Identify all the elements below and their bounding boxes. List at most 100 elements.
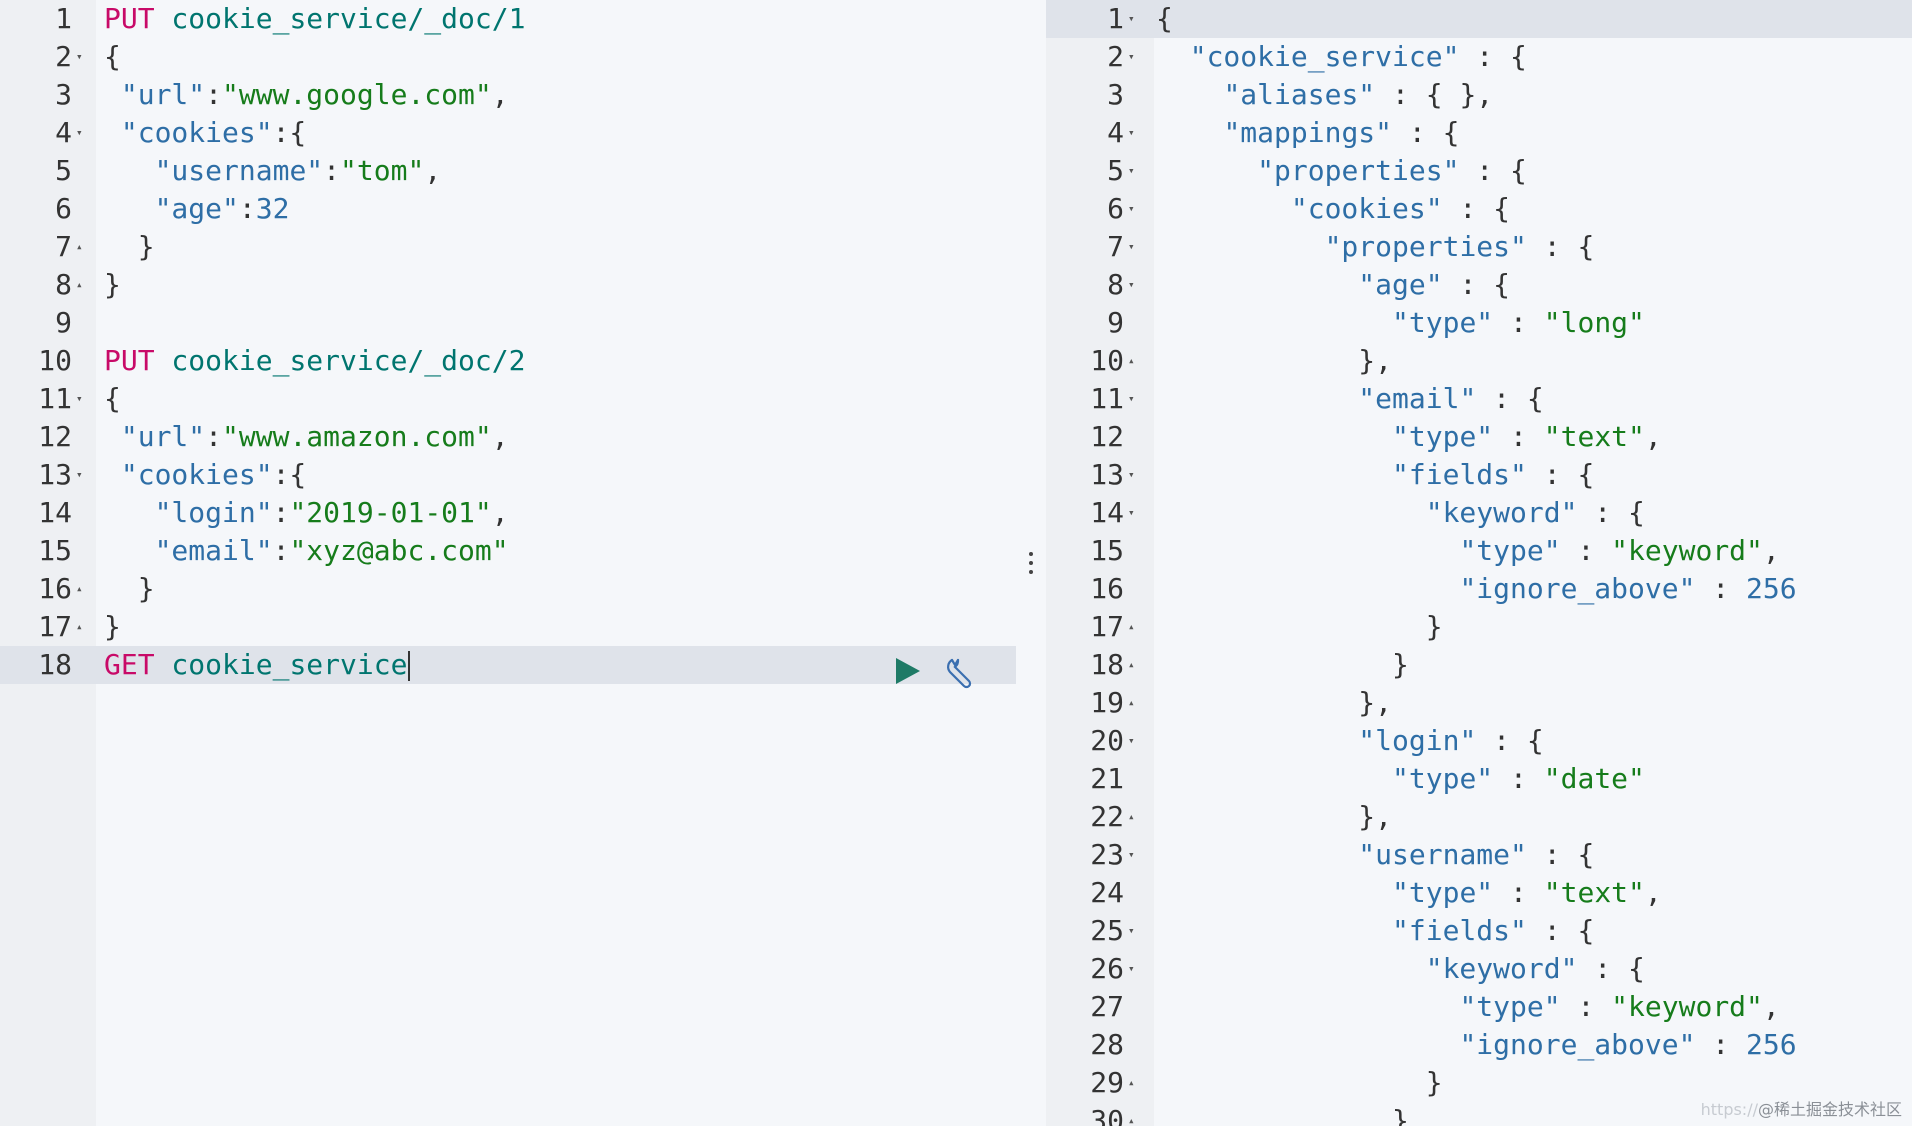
fold-arrow-up-icon[interactable]: ▴ (1128, 342, 1135, 380)
fold-arrow-down-icon[interactable]: ▾ (1128, 190, 1135, 228)
code-text: "email" : { (1156, 380, 1544, 418)
code-token: "email" (1358, 382, 1477, 415)
code-line[interactable]: 15 "email":"xyz@abc.com" (0, 532, 1016, 570)
fold-arrow-down-icon[interactable]: ▾ (1128, 114, 1135, 152)
code-token: { (1611, 952, 1645, 985)
code-text: "ignore_above" : 256 (1156, 1026, 1797, 1064)
code-token: , (1644, 420, 1662, 453)
line-number: 20 (1090, 724, 1124, 757)
fold-arrow-up-icon[interactable]: ▴ (1128, 1102, 1135, 1126)
code-token: "type" (1392, 306, 1494, 339)
fold-arrow-down-icon[interactable]: ▾ (1128, 152, 1135, 190)
fold-arrow-down-icon[interactable]: ▾ (1128, 38, 1135, 76)
response-line: 21 "type" : "date" (1046, 760, 1912, 798)
line-number: 28 (1090, 1028, 1124, 1061)
fold-arrow-down-icon[interactable]: ▾ (1128, 380, 1135, 418)
response-line: 16 "ignore_above" : 256 (1046, 570, 1912, 608)
code-line[interactable]: 13 ▾ "cookies":{ (0, 456, 1016, 494)
code-text: }, (1156, 798, 1392, 836)
line-number: 21 (1090, 762, 1124, 795)
code-token: { (1560, 458, 1595, 491)
code-line[interactable]: 3 "url":"www.google.com", (0, 76, 1016, 114)
code-line[interactable]: 9 (0, 304, 1016, 342)
code-line[interactable]: 5 "username":"tom", (0, 152, 1016, 190)
fold-arrow-down-icon[interactable]: ▾ (1128, 494, 1135, 532)
code-token: { (1156, 2, 1173, 35)
line-number: 24 (1090, 876, 1124, 909)
code-line[interactable]: 8 ▴} (0, 266, 1016, 304)
code-line[interactable]: 12 "url":"www.amazon.com", (0, 418, 1016, 456)
code-text: "username":"tom", (104, 152, 442, 190)
fold-arrow-down-icon[interactable]: ▾ (1128, 912, 1135, 950)
response-viewer[interactable]: 1 ▾{2 ▾ "cookie_service" : {3 "aliases" : … (1046, 0, 1912, 1126)
code-text: "type" : "text", (1156, 418, 1662, 456)
code-line[interactable]: 4 ▾ "cookies":{ (0, 114, 1016, 152)
fold-arrow-down-icon[interactable]: ▾ (1128, 228, 1135, 266)
line-number: 10 (1090, 344, 1124, 377)
line-number: 8 (1107, 268, 1124, 301)
fold-arrow-down-icon[interactable]: ▾ (1128, 0, 1135, 38)
line-number: 3 (1107, 78, 1124, 111)
code-line[interactable]: 16 ▴ } (0, 570, 1016, 608)
fold-arrow-down-icon[interactable]: ▾ (76, 114, 83, 152)
fold-arrow-down-icon[interactable]: ▾ (76, 38, 83, 76)
wrench-icon (947, 658, 972, 689)
code-token: "keyword" (1425, 952, 1578, 985)
fold-arrow-up-icon[interactable]: ▴ (76, 228, 83, 266)
line-number: 5 (55, 154, 72, 187)
code-token: { (1510, 382, 1544, 415)
code-line[interactable]: 14 "login":"2019-01-01", (0, 494, 1016, 532)
fold-arrow-up-icon[interactable]: ▴ (76, 608, 83, 646)
line-number: 2 (55, 40, 72, 73)
code-token: : (1577, 496, 1612, 529)
code-token: "www.amazon.com" (222, 420, 492, 453)
code-line[interactable]: 2 ▾ { (0, 38, 1016, 76)
code-line[interactable]: 11 ▾ { (0, 380, 1016, 418)
code-text: "cookies" : { (1156, 190, 1510, 228)
fold-arrow-down-icon[interactable]: ▾ (1128, 456, 1135, 494)
fold-arrow-down-icon[interactable]: ▾ (76, 380, 83, 418)
response-line: 5 ▾ "properties" : { (1046, 152, 1912, 190)
code-token: : (1493, 420, 1527, 453)
code-line[interactable]: 6 "age":32 (0, 190, 1016, 228)
line-number: 7 (55, 230, 72, 263)
code-text: "url":"www.google.com", (104, 76, 509, 114)
code-token: "www.google.com" (222, 78, 492, 111)
fold-arrow-down-icon[interactable]: ▾ (1128, 950, 1135, 988)
code-token: : (1695, 572, 1730, 605)
code-line[interactable]: 1 PUT cookie_service/_doc/1 (0, 0, 1016, 38)
fold-arrow-up-icon[interactable]: ▴ (1128, 646, 1135, 684)
fold-arrow-up-icon[interactable]: ▴ (1128, 1064, 1135, 1102)
code-line[interactable]: 17 ▴} (0, 608, 1016, 646)
pane-resize-handle[interactable] (1016, 0, 1046, 1126)
fold-arrow-up-icon[interactable]: ▴ (1128, 608, 1135, 646)
request-settings-button[interactable] (944, 656, 978, 690)
fold-arrow-down-icon[interactable]: ▾ (76, 456, 83, 494)
code-line[interactable]: 10 PUT cookie_service/_doc/2 (0, 342, 1016, 380)
code-token: "type" (1459, 990, 1561, 1023)
fold-arrow-up-icon[interactable]: ▴ (76, 266, 83, 304)
run-request-button[interactable] (894, 656, 922, 686)
code-token: { (1510, 724, 1544, 757)
response-viewer-lines: 1 ▾{2 ▾ "cookie_service" : {3 "aliases" : … (1046, 0, 1912, 1126)
fold-arrow-up-icon[interactable]: ▴ (1128, 798, 1135, 836)
line-number: 6 (55, 192, 72, 225)
fold-arrow-down-icon[interactable]: ▾ (1128, 266, 1135, 304)
request-editor[interactable]: 1 PUT cookie_service/_doc/1 2 ▾{3 "url":"ww… (0, 0, 1016, 1126)
code-token: 256 (1746, 1028, 1797, 1061)
line-number: 19 (1090, 686, 1124, 719)
fold-arrow-up-icon[interactable]: ▴ (76, 570, 83, 608)
code-token: "url" (120, 78, 206, 111)
code-line[interactable]: 18 GET cookie_service (0, 646, 1016, 684)
fold-arrow-down-icon[interactable]: ▾ (1128, 722, 1135, 760)
code-text: } (1156, 646, 1409, 684)
fold-arrow-up-icon[interactable]: ▴ (1128, 684, 1135, 722)
code-line[interactable]: 7 ▴ } (0, 228, 1016, 266)
fold-arrow-down-icon[interactable]: ▾ (1128, 836, 1135, 874)
